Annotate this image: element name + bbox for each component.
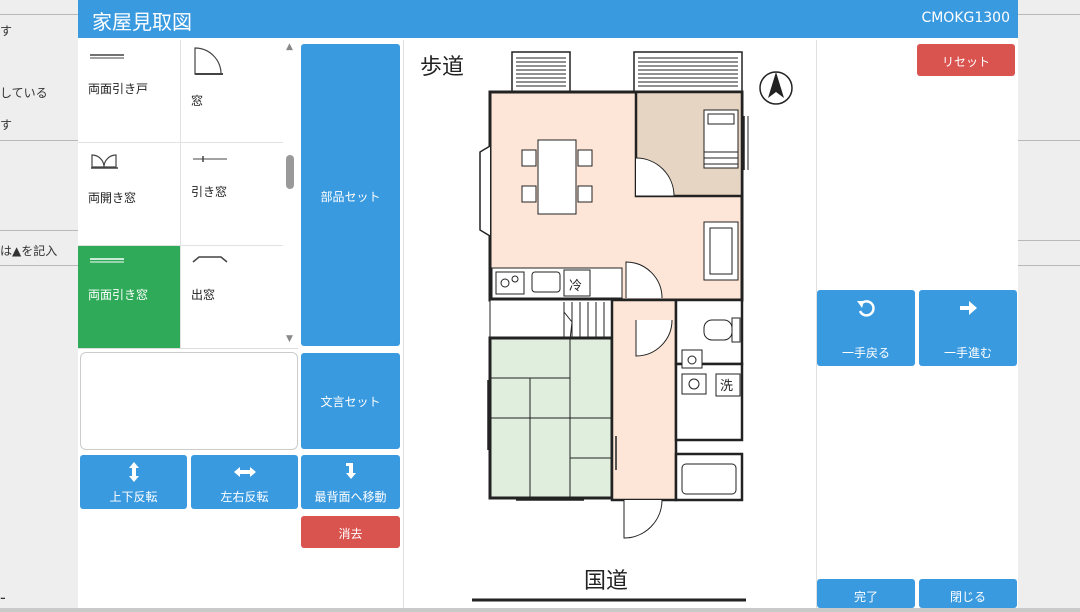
- undo-button[interactable]: 一手戻る: [817, 290, 915, 366]
- undo-icon: [857, 300, 875, 317]
- background-left-panel: す している す は▲を記入 -: [0, 0, 79, 608]
- scroll-up-icon[interactable]: ▲: [286, 42, 293, 52]
- background-divider: [1018, 140, 1080, 141]
- button-label: 上下反転: [109, 490, 158, 504]
- staircase: [489, 299, 613, 341]
- background-divider: [0, 140, 78, 141]
- palette-scrollbar[interactable]: ▲ ▼: [283, 40, 297, 348]
- washer-label: 洗: [720, 379, 733, 394]
- palette-item-window[interactable]: 窓: [181, 40, 284, 143]
- button-label: 完了: [853, 590, 878, 604]
- arrow-up-down-icon: [128, 462, 139, 482]
- palette-item-label: 出窓: [191, 288, 216, 302]
- reset-button[interactable]: リセット: [917, 44, 1015, 76]
- button-label: 文言セット: [320, 395, 381, 409]
- background-text: す: [0, 118, 13, 132]
- delete-button[interactable]: 消去: [301, 516, 400, 548]
- arrow-down-icon: [345, 463, 356, 479]
- button-label: 一手進む: [943, 346, 992, 360]
- background-right-panel: [1018, 0, 1080, 608]
- background-text: -: [0, 588, 6, 607]
- palette-item-label: 両面引き戸: [88, 82, 149, 96]
- background-text: す: [0, 24, 13, 38]
- arrow-left-right-icon: [233, 467, 256, 477]
- dialog-title-bar: 家屋見取図 CMOKG1300: [78, 0, 1018, 38]
- screen-code: CMOKG1300: [921, 10, 1010, 26]
- text-input-area[interactable]: [80, 352, 298, 450]
- close-button[interactable]: 閉じる: [919, 579, 1017, 608]
- palette-item-sliding-window[interactable]: 引き窓: [181, 143, 284, 246]
- button-label: 部品セット: [320, 190, 381, 204]
- flip-vertical-button[interactable]: 上下反転: [80, 455, 187, 509]
- background-text: は▲を記入: [0, 244, 58, 258]
- palette-item-label: 両開き窓: [88, 191, 137, 205]
- fridge-label: 冷: [569, 279, 582, 294]
- washroom: [674, 349, 744, 442]
- palette-item-label: 窓: [191, 94, 204, 108]
- done-button[interactable]: 完了: [817, 579, 915, 608]
- sidewalk-label: 歩道: [420, 55, 464, 80]
- send-to-back-button[interactable]: 最背面へ移動: [301, 455, 400, 509]
- sliding-window-icon: [193, 156, 227, 162]
- button-label: リセット: [941, 55, 990, 69]
- flip-horizontal-button[interactable]: 左右反転: [191, 455, 298, 509]
- double-casement-window-icon: [91, 154, 118, 169]
- dialog-title: 家屋見取図: [92, 10, 192, 34]
- bed-icon: [703, 109, 739, 169]
- arrow-right-icon: [960, 301, 977, 315]
- button-label: 最背面へ移動: [314, 490, 387, 504]
- button-label: 左右反転: [220, 490, 269, 504]
- redo-button[interactable]: 一手進む: [919, 290, 1017, 366]
- balcony-left: [511, 51, 571, 93]
- double-sliding-door-icon: [90, 54, 124, 59]
- window-swing-icon: [194, 47, 223, 75]
- button-label: 消去: [338, 527, 363, 541]
- road-label: 国道: [584, 569, 628, 594]
- palette-item-label: 両面引き窓: [88, 288, 149, 302]
- palette-item-double-sliding-door[interactable]: 両面引き戸: [78, 40, 181, 143]
- scroll-thumb[interactable]: [286, 155, 294, 189]
- background-divider: [1018, 240, 1080, 241]
- floor-plan-canvas[interactable]: 歩道 国道 冷 洗: [403, 40, 817, 608]
- background-divider: [0, 265, 78, 266]
- background-divider: [0, 14, 78, 15]
- north-compass-icon: [759, 71, 793, 105]
- parts-set-button[interactable]: 部品セット: [301, 44, 400, 346]
- background-divider: [1018, 14, 1080, 15]
- bathroom: [674, 452, 744, 502]
- entrance-door-swing: [623, 499, 663, 539]
- parts-palette: 両面引き戸 窓 両開き窓 引き窓 両面引き窓 出窓: [78, 40, 298, 349]
- text-set-button[interactable]: 文言セット: [301, 353, 400, 449]
- tatami-room: [488, 336, 614, 500]
- floor-plan: 歩道 国道 冷 洗: [420, 51, 793, 602]
- bay-window-icon: [192, 256, 228, 263]
- double-sliding-window-icon: [90, 258, 124, 263]
- sofa-icon: [703, 221, 739, 281]
- side-controls: リセット 一手戻る 一手進む 完了 閉じる: [815, 40, 1018, 608]
- background-divider: [0, 230, 78, 231]
- palette-item-double-casement-window[interactable]: 両開き窓: [78, 143, 181, 246]
- button-label: 閉じる: [949, 590, 986, 604]
- button-label: 一手戻る: [841, 346, 890, 360]
- background-divider: [1018, 265, 1080, 266]
- floor-plan-dialog: 家屋見取図 CMOKG1300 両面引き戸 窓 両開き窓 引き窓 両面引き窓 出…: [78, 0, 1018, 608]
- palette-item-bay-window[interactable]: 出窓: [181, 246, 284, 348]
- palette-item-double-sliding-window[interactable]: 両面引き窓: [78, 246, 181, 348]
- kitchen-counter: [491, 267, 623, 299]
- bay-window: [479, 145, 491, 237]
- palette-item-label: 引き窓: [191, 185, 228, 199]
- balcony-right: [633, 51, 743, 93]
- scroll-down-icon[interactable]: ▼: [286, 334, 293, 344]
- background-text: している: [0, 86, 48, 100]
